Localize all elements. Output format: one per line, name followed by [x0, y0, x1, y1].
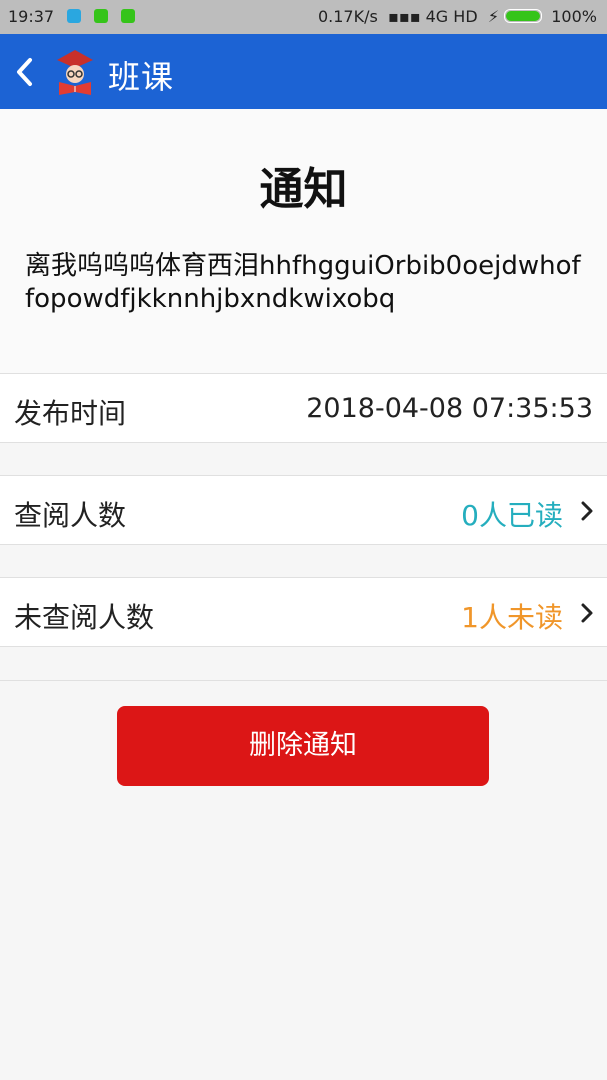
delete-notice-button[interactable]: 删除通知 [117, 706, 489, 786]
network-speed: 0.17K/s [317, 7, 378, 26]
unread-count-label: 未查阅人数 [14, 601, 155, 634]
chevron-right-icon [581, 501, 593, 521]
signal-icon: ▪▪▪ [382, 7, 426, 26]
notice-content: 通知 离我呜呜呜体育西泪hhfhgguiOrbib0oejdwhoffopowd… [0, 109, 607, 373]
status-right: 0.17K/s ▪▪▪ 4G HD ⚡ 100% [318, 7, 597, 26]
read-count-row[interactable]: 查阅人数 0人已读 [0, 475, 607, 545]
publish-time-row: 发布时间 2018-04-08 07:35:53 [0, 373, 607, 443]
notification-icon [67, 9, 81, 23]
network-type: 4G HD [425, 7, 478, 26]
status-bar: 19:37 0.17K/s ▪▪▪ 4G HD ⚡ 100% [0, 0, 607, 34]
battery-icon [504, 9, 543, 23]
reading-student-icon [57, 50, 93, 95]
unread-count-row[interactable]: 未查阅人数 1人未读 [0, 577, 607, 647]
notification-icon [121, 9, 135, 23]
app-bar: 班课 [0, 34, 607, 109]
read-count-label: 查阅人数 [14, 499, 127, 532]
battery-level: 100% [551, 7, 597, 26]
chevron-left-icon[interactable] [10, 52, 40, 92]
notification-icon [94, 9, 108, 23]
publish-time-label: 发布时间 [14, 397, 127, 430]
divider [0, 680, 607, 681]
lightning-icon: ⚡ [482, 7, 500, 26]
notice-title: 通知 [259, 164, 348, 215]
publish-time-value: 2018-04-08 07:35:53 [306, 393, 593, 424]
chevron-right-icon [581, 603, 593, 623]
read-count-value: 0人已读 [461, 499, 563, 532]
status-time: 19:37 [8, 7, 55, 26]
unread-count-value: 1人未读 [461, 601, 563, 634]
app-title: 班课 [108, 58, 175, 96]
notice-body: 离我呜呜呜体育西泪hhfhgguiOrbib0oejdwhoffopowdfjk… [25, 251, 581, 314]
